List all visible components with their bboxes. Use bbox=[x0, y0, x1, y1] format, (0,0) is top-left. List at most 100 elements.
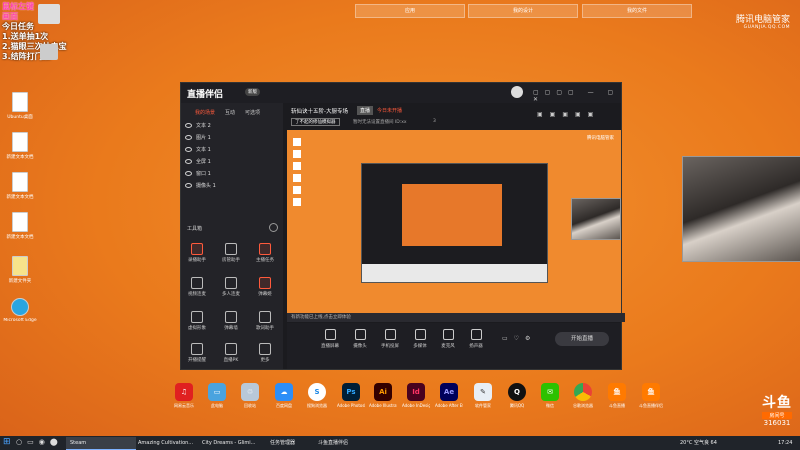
weather-widget[interactable]: 20°C 空气良 64 bbox=[680, 437, 717, 449]
header-action-icons[interactable]: ▣▣▣▣▣ bbox=[537, 111, 600, 118]
layer-item[interactable]: 图片 1 bbox=[185, 133, 279, 144]
dock-item[interactable]: ☁ 百度网盘 bbox=[270, 383, 298, 409]
top-button-designs[interactable]: 我的设计 bbox=[468, 4, 578, 18]
dock-item[interactable]: 谷歌浏览器 bbox=[569, 383, 597, 409]
monitor-icon bbox=[324, 329, 336, 340]
dock-item[interactable]: S 搜狗浏览器 bbox=[303, 383, 331, 409]
tool-button[interactable]: 更多 bbox=[251, 343, 279, 363]
dock-item[interactable]: Q 腾讯QQ bbox=[503, 383, 531, 409]
tool-button[interactable]: 虚拟形象 bbox=[183, 311, 211, 331]
top-button-apps[interactable]: 应用 bbox=[355, 4, 465, 18]
dock-item[interactable]: 鱼斗鱼直播 bbox=[603, 383, 631, 409]
preview-desktop-icons bbox=[289, 134, 305, 264]
layer-item[interactable]: 文本 1 bbox=[185, 145, 279, 156]
extra-controls[interactable]: ▭♡⚙ bbox=[502, 335, 536, 342]
computer-icon: ▭ bbox=[208, 383, 226, 401]
user-avatar[interactable] bbox=[511, 86, 523, 98]
microphone-icon bbox=[442, 329, 454, 340]
eye-icon[interactable] bbox=[185, 183, 192, 188]
app-logo: 直播伴侣 bbox=[187, 90, 224, 100]
tool-button[interactable]: 歌词助手 bbox=[251, 311, 279, 331]
desktop-icon[interactable]: 新建文件夹 bbox=[0, 256, 40, 284]
qq-icon: Q bbox=[508, 383, 526, 401]
screen-capture-button[interactable]: 直播屏幕 bbox=[317, 329, 343, 349]
layer-item[interactable]: 文本 2 bbox=[185, 121, 279, 132]
tool-icon bbox=[225, 311, 237, 323]
overlay-line: 鼠标左键 bbox=[2, 2, 34, 11]
taskbar: ⊞ ○▭◉⬤ Steam Amazing Cultivation... City… bbox=[0, 436, 800, 450]
taskbar-item-steam[interactable]: Steam bbox=[66, 437, 136, 450]
tool-button[interactable]: 弹幕墙 bbox=[217, 311, 245, 331]
layer-item[interactable]: 全屏 1 bbox=[185, 157, 279, 168]
tool-button[interactable]: 多人连麦 bbox=[217, 277, 245, 297]
phone-cast-button[interactable]: 手机投屏 bbox=[377, 329, 403, 349]
desktop-icon[interactable]: 新建文本文档 bbox=[0, 212, 40, 240]
dock-item[interactable]: AiAdobe Illustrator bbox=[369, 383, 397, 408]
tool-button[interactable]: 直播PK bbox=[217, 343, 245, 363]
media-button[interactable]: 多媒体 bbox=[407, 329, 433, 349]
dock-item[interactable]: 鱼斗鱼直播伴侣 bbox=[637, 383, 665, 409]
layer-item[interactable]: 窗口 1 bbox=[185, 169, 279, 180]
desktop-icon[interactable]: 新建文本文档 bbox=[0, 172, 40, 200]
overlay-line: 3.结阵打门派 bbox=[2, 52, 51, 61]
top-button-files[interactable]: 我的文件 bbox=[582, 4, 692, 18]
clock[interactable]: 17:24 bbox=[778, 437, 792, 449]
more-icon[interactable] bbox=[269, 223, 278, 232]
stream-title[interactable]: 斩仙诀十五阶-大厨专场 bbox=[291, 107, 348, 115]
bottom-tip[interactable]: 有新功能已上线,点击立即体验 bbox=[287, 313, 625, 322]
douyu-icon: 鱼 bbox=[608, 383, 626, 401]
eye-icon[interactable] bbox=[185, 171, 192, 176]
dock-item[interactable]: IdAdobe InDesign bbox=[402, 383, 430, 408]
tool-button[interactable]: 录播助手 bbox=[183, 243, 211, 263]
tool-button[interactable]: 主播任务 bbox=[251, 243, 279, 263]
tool-button[interactable]: 弹幕姬 bbox=[251, 277, 279, 297]
douyu-room-badge: 斗鱼 房间号 316031 bbox=[762, 395, 792, 427]
tab-scenes[interactable]: 我的场景 bbox=[195, 109, 215, 116]
dock-item[interactable]: ▭ 此电脑 bbox=[203, 383, 231, 409]
game-category[interactable]: 了不起的修仙模拟器 bbox=[291, 118, 340, 126]
tool-button[interactable]: 视频连麦 bbox=[183, 277, 211, 297]
tab-interact[interactable]: 互动 bbox=[225, 109, 235, 116]
taskbar-item-city-dreams[interactable]: City Dreams - Glimi... bbox=[198, 437, 268, 449]
douyu-companion-icon: 鱼 bbox=[642, 383, 660, 401]
start-stream-button[interactable]: 开始直播 bbox=[555, 332, 609, 346]
speaker-icon bbox=[470, 329, 482, 340]
dock-item[interactable]: AeAdobe After Effects bbox=[435, 383, 463, 408]
tab-options[interactable]: 可选项 bbox=[245, 109, 260, 116]
stream-overlay-text: 鼠标左键 画面 今日任务 1.送单抽1次 2.猫眼三次抽电宝 3.结阵打门派 bbox=[2, 2, 122, 62]
taskbar-item-game[interactable]: Amazing Cultivation... bbox=[134, 437, 198, 449]
desktop-icon[interactable]: 新建文本文档 bbox=[0, 132, 40, 160]
dock-item[interactable]: PsAdobe Photoshop bbox=[337, 383, 365, 408]
camera-button[interactable]: 摄像头 bbox=[347, 329, 373, 349]
preview-watermark: 腾讯电脑管家 bbox=[587, 136, 614, 141]
eye-icon[interactable] bbox=[185, 135, 192, 140]
speaker-button[interactable]: 扬声器 bbox=[463, 329, 489, 349]
window-controls[interactable]: ▢▢▢▢ — ▢ ✕ bbox=[533, 89, 621, 103]
taskbar-item-task-manager[interactable]: 任务管理器 bbox=[266, 437, 316, 449]
dock-item[interactable]: ♲ 回收站 bbox=[236, 383, 264, 409]
eye-icon[interactable] bbox=[185, 159, 192, 164]
tool-icon bbox=[225, 277, 237, 289]
dock-item[interactable]: ✎ 软件管家 bbox=[469, 383, 497, 409]
stream-preview[interactable]: 腾讯电脑管家 bbox=[287, 130, 621, 322]
tool-button[interactable]: 房管助手 bbox=[217, 243, 245, 263]
file-icon bbox=[12, 132, 28, 152]
software-manager-icon: ✎ bbox=[474, 383, 492, 401]
webcam-overlay bbox=[682, 156, 800, 262]
dock-item[interactable]: ✉ 微信 bbox=[536, 383, 564, 409]
recycle-bin-icon: ♲ bbox=[241, 383, 259, 401]
microphone-button[interactable]: 麦克风 bbox=[435, 329, 461, 349]
taskbar-pinned-icons[interactable]: ○▭◉⬤ bbox=[16, 438, 63, 446]
desktop-icon[interactable]: Microsoft Edge bbox=[0, 298, 40, 323]
windows-start-icon[interactable]: ⊞ bbox=[3, 438, 12, 447]
layer-item[interactable]: 摄像头 1 bbox=[185, 181, 279, 192]
desktop-icon[interactable]: Ubuntu桌面 bbox=[0, 92, 40, 120]
taskbar-item-douyu[interactable]: 斗鱼直播伴侣 bbox=[314, 437, 368, 449]
dock-item[interactable]: ♫ 网易云音乐 bbox=[170, 383, 198, 409]
tool-button[interactable]: 开播提醒 bbox=[183, 343, 211, 363]
eye-icon[interactable] bbox=[185, 147, 192, 152]
photoshop-icon: Ps bbox=[342, 383, 360, 401]
sogou-browser-icon: S bbox=[308, 383, 326, 401]
eye-icon[interactable] bbox=[185, 123, 192, 128]
status-badge: 直播 bbox=[357, 106, 374, 115]
